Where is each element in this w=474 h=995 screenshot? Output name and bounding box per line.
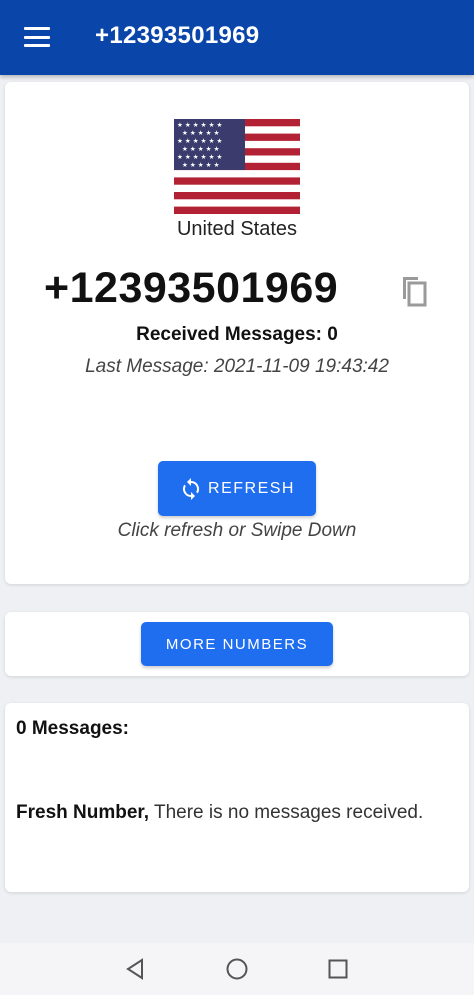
app-bar: +12393501969: [0, 0, 474, 75]
number-card: ★ ★ ★ ★ ★ ★ ★ ★ ★ ★ ★ ★ ★ ★ ★ ★ ★ ★ ★ ★ …: [5, 82, 469, 584]
number-row: +12393501969: [5, 264, 469, 314]
copy-icon[interactable]: [399, 275, 429, 307]
svg-text:★ ★ ★ ★ ★: ★ ★ ★ ★ ★: [182, 129, 220, 137]
svg-text:★ ★ ★ ★ ★: ★ ★ ★ ★ ★: [182, 161, 220, 169]
refresh-button[interactable]: REFRESH: [158, 461, 316, 516]
home-circle-icon[interactable]: [225, 957, 249, 981]
received-messages-count: Received Messages: 0: [136, 324, 338, 345]
country-label: United States: [176, 218, 298, 240]
no-messages-text: Fresh Number, There is no messages recei…: [16, 802, 423, 824]
svg-text:★ ★ ★ ★ ★: ★ ★ ★ ★ ★: [182, 145, 220, 153]
refresh-hint: Click refresh or Swipe Down: [117, 520, 357, 541]
svg-text:★ ★ ★ ★ ★ ★: ★ ★ ★ ★ ★ ★: [177, 137, 222, 145]
messages-card: 0 Messages: Fresh Number, There is no me…: [5, 703, 469, 892]
last-message-time: Last Message: 2021-11-09 19:43:42: [85, 356, 389, 377]
more-numbers-card: MORE NUMBERS: [5, 612, 469, 676]
app-bar-title: +12393501969: [95, 22, 260, 49]
recent-square-icon[interactable]: [326, 957, 350, 981]
refresh-icon: [182, 477, 200, 500]
hamburger-menu-icon[interactable]: [24, 27, 50, 47]
refresh-button-label: REFRESH: [208, 479, 295, 497]
messages-count-title: 0 Messages:: [16, 718, 130, 739]
svg-text:★ ★ ★ ★ ★ ★: ★ ★ ★ ★ ★ ★: [177, 121, 222, 129]
svg-text:★ ★ ★ ★ ★ ★: ★ ★ ★ ★ ★ ★: [177, 153, 222, 161]
back-triangle-icon[interactable]: [123, 957, 147, 981]
more-numbers-button[interactable]: MORE NUMBERS: [141, 622, 333, 666]
no-messages-detail: There is no messages received.: [149, 802, 424, 823]
fresh-number-label: Fresh Number,: [16, 802, 150, 823]
phone-number: +12393501969: [44, 264, 339, 312]
system-nav-bar: [0, 943, 474, 995]
us-flag-icon: ★ ★ ★ ★ ★ ★ ★ ★ ★ ★ ★ ★ ★ ★ ★ ★ ★ ★ ★ ★ …: [174, 119, 300, 214]
